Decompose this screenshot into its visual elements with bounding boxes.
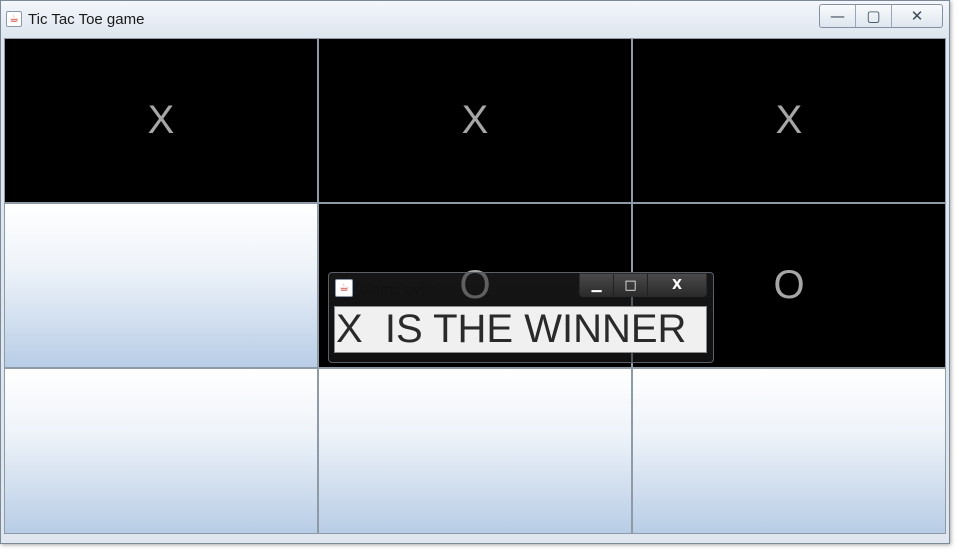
dialog-controls: ▁ □ X xyxy=(579,273,707,297)
board-cell-1[interactable]: X xyxy=(4,38,318,203)
window-title: Tic Tac Toe game xyxy=(28,11,145,28)
window-titlebar[interactable]: ☕ Tic Tac Toe game — ▢ ✕ xyxy=(1,1,949,37)
close-button[interactable]: ✕ xyxy=(892,5,942,27)
dialog-title: Game over xyxy=(360,281,435,298)
game-over-dialog: ☕ Game over ▁ □ X X IS THE WINNER xyxy=(328,272,714,363)
dialog-close-button[interactable]: X xyxy=(648,274,706,296)
board-cell-3[interactable]: X xyxy=(632,38,946,203)
maximize-button[interactable]: ▢ xyxy=(856,5,892,27)
minimize-button[interactable]: — xyxy=(820,5,856,27)
board-cell-2[interactable]: X xyxy=(318,38,632,203)
board-cell-4[interactable] xyxy=(4,203,318,368)
board-cell-9[interactable] xyxy=(632,368,946,534)
winner-message: X IS THE WINNER xyxy=(334,306,707,353)
dialog-maximize-button[interactable]: □ xyxy=(614,274,648,296)
dialog-minimize-button[interactable]: ▁ xyxy=(580,274,614,296)
java-app-icon: ☕ xyxy=(335,279,353,297)
board-cell-7[interactable] xyxy=(4,368,318,534)
board-cell-8[interactable] xyxy=(318,368,632,534)
window-controls: — ▢ ✕ xyxy=(819,4,943,28)
java-app-icon: ☕ xyxy=(6,11,22,27)
